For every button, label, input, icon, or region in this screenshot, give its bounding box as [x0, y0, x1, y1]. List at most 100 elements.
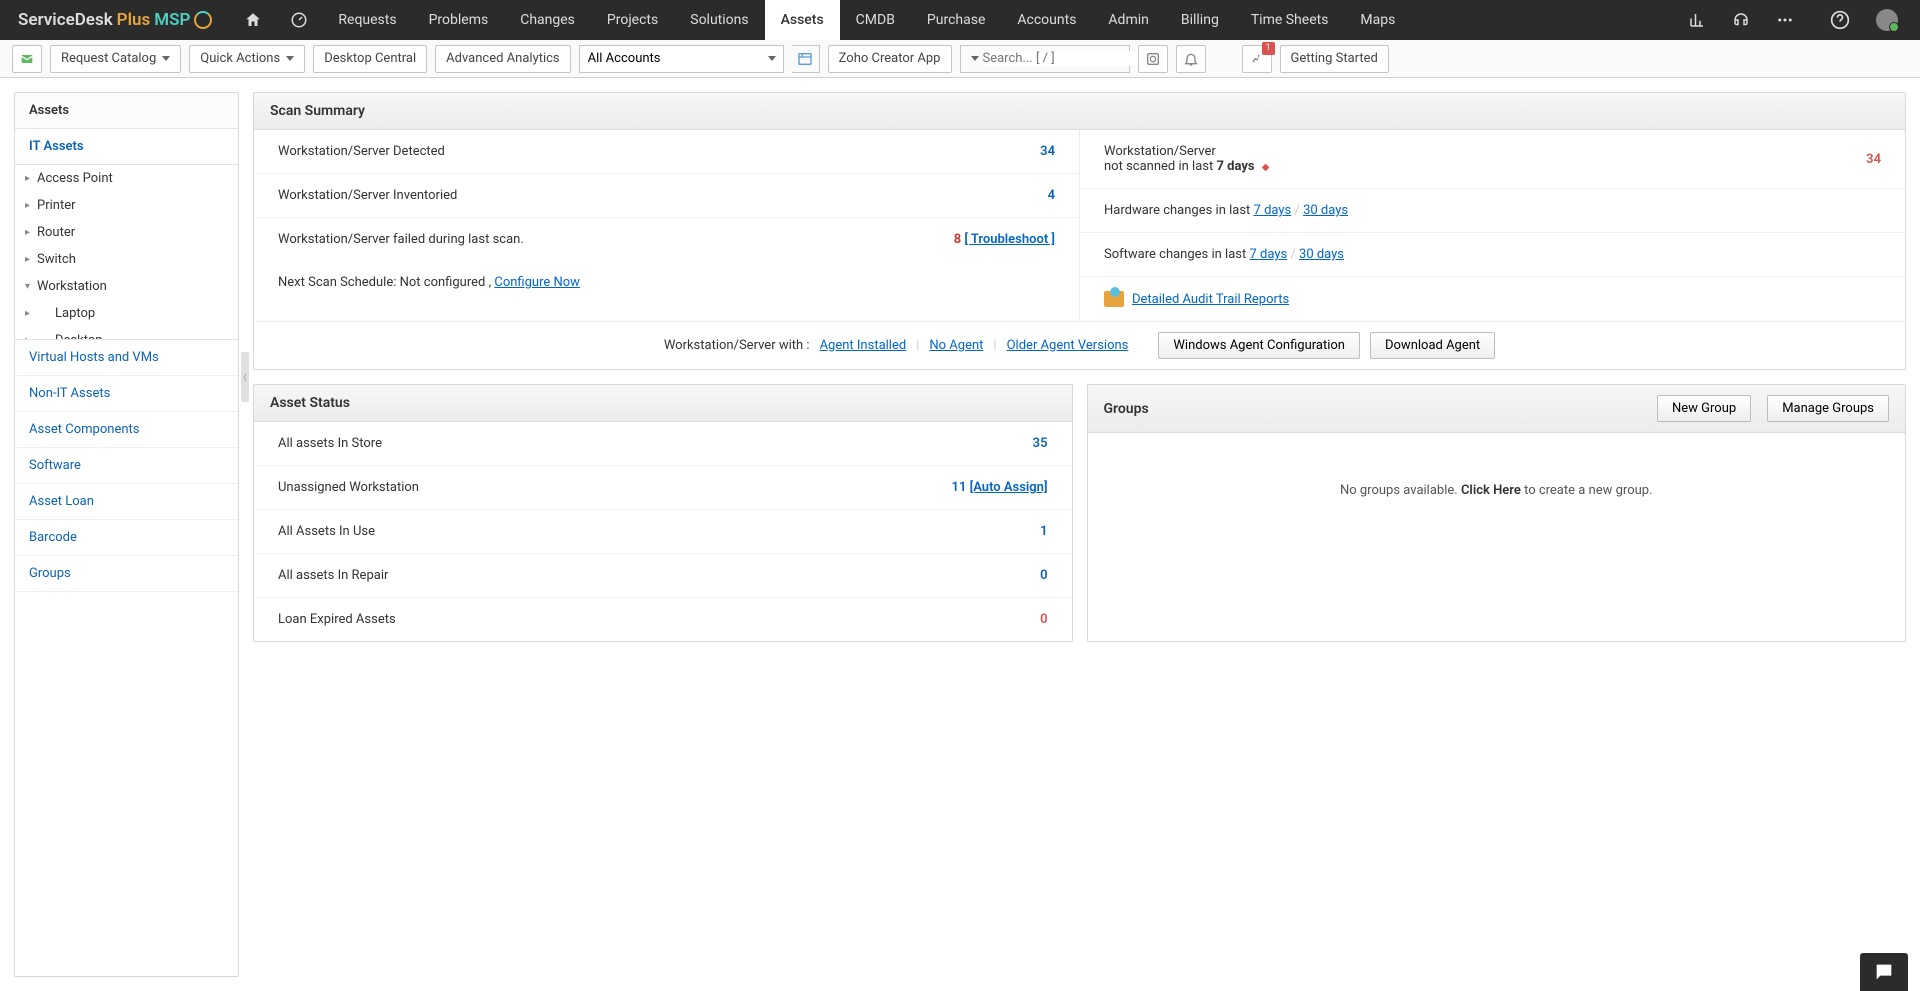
- account-select[interactable]: [579, 45, 784, 73]
- new-request-icon[interactable]: [12, 45, 42, 73]
- tree-item-router[interactable]: Router: [15, 219, 238, 246]
- value[interactable]: 35: [1033, 436, 1048, 451]
- account-select-input[interactable]: [579, 45, 784, 73]
- value[interactable]: 34: [1866, 152, 1881, 167]
- collapse-handle[interactable]: ⟨: [241, 352, 249, 402]
- older-agent-link[interactable]: Older Agent Versions: [1007, 338, 1129, 353]
- click-here-link[interactable]: Click Here: [1461, 483, 1521, 498]
- nav-admin[interactable]: Admin: [1092, 0, 1164, 40]
- sidebar-links: Virtual Hosts and VMsNon-IT AssetsAsset …: [15, 340, 238, 592]
- chevron-down-icon: [162, 56, 170, 61]
- sidebar-it-assets[interactable]: IT Assets: [15, 129, 238, 165]
- label: Request Catalog: [61, 51, 156, 66]
- toolbar: Request Catalog Quick Actions Desktop Ce…: [0, 40, 1920, 78]
- nav-projects[interactable]: Projects: [591, 0, 674, 40]
- getting-started-button[interactable]: Getting Started: [1280, 45, 1389, 73]
- side-link-asset-loan[interactable]: Asset Loan: [15, 484, 238, 520]
- side-link-asset-components[interactable]: Asset Components: [15, 412, 238, 448]
- support-icon[interactable]: [1722, 0, 1760, 40]
- account-picker-button[interactable]: [792, 45, 820, 73]
- desktop-central-button[interactable]: Desktop Central: [313, 45, 427, 73]
- dashboard-icon[interactable]: [276, 0, 322, 40]
- announcements-icon[interactable]: 1: [1242, 45, 1272, 73]
- tree-item-desktop[interactable]: Desktop: [15, 327, 238, 340]
- tree-item-workstation[interactable]: Workstation: [15, 273, 238, 300]
- hw-30days-link[interactable]: 30 days: [1303, 203, 1348, 218]
- no-agent-link[interactable]: No Agent: [929, 338, 983, 353]
- asset-status-panel: Asset Status All assets In Store35Unassi…: [253, 384, 1073, 642]
- brand-text-orange: Plus: [117, 10, 151, 30]
- nav-assets[interactable]: Assets: [765, 0, 840, 40]
- nav-problems[interactable]: Problems: [413, 0, 505, 40]
- home-icon[interactable]: [230, 0, 276, 40]
- label: Workstation/Server not scanned in last 7…: [1104, 144, 1269, 174]
- agent-installed-link[interactable]: Agent Installed: [820, 338, 907, 353]
- troubleshoot-link[interactable]: [ Troubleshoot ]: [964, 232, 1055, 247]
- help-icon[interactable]: [1820, 0, 1860, 40]
- side-link-software[interactable]: Software: [15, 448, 238, 484]
- notifications-icon[interactable]: [1176, 45, 1206, 73]
- nav-changes[interactable]: Changes: [504, 0, 591, 40]
- value[interactable]: 0: [1040, 568, 1047, 583]
- nav-time-sheets[interactable]: Time Sheets: [1235, 0, 1345, 40]
- label: Software changes in last: [1104, 247, 1249, 262]
- tree-item-access-point[interactable]: Access Point: [15, 165, 238, 192]
- right-icons: [1678, 0, 1920, 40]
- new-group-button[interactable]: New Group: [1657, 395, 1751, 422]
- side-link-barcode[interactable]: Barcode: [15, 520, 238, 556]
- agent-bar: Workstation/Server with : Agent Installe…: [254, 321, 1905, 369]
- asset-row: All assets In Repair0: [254, 554, 1072, 598]
- side-link-groups[interactable]: Groups: [15, 556, 238, 592]
- tree-item-printer[interactable]: Printer: [15, 192, 238, 219]
- scan-row: Workstation/Server failed during last sc…: [254, 218, 1079, 261]
- request-catalog-dropdown[interactable]: Request Catalog: [50, 45, 181, 73]
- chat-fab[interactable]: [1860, 953, 1908, 991]
- scan-row: Workstation/Server Inventoried4: [254, 174, 1079, 218]
- value[interactable]: 8 [ Troubleshoot ]: [954, 232, 1055, 247]
- scan-row: Workstation/Server Detected34: [254, 130, 1079, 174]
- label: Quick Actions: [200, 51, 280, 66]
- nav-accounts[interactable]: Accounts: [1001, 0, 1092, 40]
- recent-items-icon[interactable]: [1138, 45, 1168, 73]
- reports-icon[interactable]: [1678, 0, 1716, 40]
- tree-item-switch[interactable]: Switch: [15, 246, 238, 273]
- nav-requests[interactable]: Requests: [322, 0, 412, 40]
- nav-cmdb[interactable]: CMDB: [840, 0, 911, 40]
- label: Next Scan Schedule: Not configured ,: [278, 275, 494, 290]
- value[interactable]: 1: [1040, 524, 1047, 539]
- main: Assets IT Assets Access PointPrinterRout…: [0, 78, 1920, 991]
- scan-right-col: Workstation/Server not scanned in last 7…: [1080, 130, 1905, 321]
- nav-purchase[interactable]: Purchase: [911, 0, 1001, 40]
- side-link-virtual-hosts-and-vms[interactable]: Virtual Hosts and VMs: [15, 340, 238, 376]
- value[interactable]: 4: [1048, 188, 1055, 203]
- side-link-non-it-assets[interactable]: Non-IT Assets: [15, 376, 238, 412]
- advanced-analytics-button[interactable]: Advanced Analytics: [435, 45, 571, 73]
- user-avatar[interactable]: [1866, 0, 1908, 40]
- badge: 1: [1262, 42, 1275, 55]
- search-input[interactable]: [983, 51, 1149, 66]
- value[interactable]: 11 [Auto Assign]: [952, 480, 1048, 495]
- value[interactable]: 34: [1040, 144, 1055, 159]
- sidebar-title: Assets: [15, 93, 238, 129]
- scan-summary-panel: Scan Summary Workstation/Server Detected…: [253, 92, 1906, 370]
- quick-actions-dropdown[interactable]: Quick Actions: [189, 45, 305, 73]
- manage-groups-button[interactable]: Manage Groups: [1767, 395, 1889, 422]
- hw-7days-link[interactable]: 7 days: [1254, 203, 1292, 218]
- value[interactable]: 0: [1040, 612, 1047, 627]
- sw-30days-link[interactable]: 30 days: [1299, 247, 1344, 262]
- nav-items-container: RequestsProblemsChangesProjectsSolutions…: [322, 0, 1411, 40]
- nav-billing[interactable]: Billing: [1165, 0, 1235, 40]
- zoho-creator-button[interactable]: Zoho Creator App: [828, 45, 952, 73]
- windows-agent-config-button[interactable]: Windows Agent Configuration: [1158, 332, 1360, 359]
- more-icon[interactable]: [1766, 0, 1804, 40]
- auto-assign-link[interactable]: [Auto Assign]: [970, 480, 1048, 495]
- sw-7days-link[interactable]: 7 days: [1249, 247, 1287, 262]
- sort-icon[interactable]: ◆: [1262, 162, 1270, 173]
- tree-item-laptop[interactable]: Laptop: [15, 300, 238, 327]
- search-box[interactable]: [960, 45, 1130, 73]
- nav-maps[interactable]: Maps: [1344, 0, 1411, 40]
- configure-now-link[interactable]: Configure Now: [494, 275, 580, 290]
- download-agent-button[interactable]: Download Agent: [1370, 332, 1495, 359]
- nav-solutions[interactable]: Solutions: [674, 0, 764, 40]
- audit-link[interactable]: Detailed Audit Trail Reports: [1132, 292, 1289, 307]
